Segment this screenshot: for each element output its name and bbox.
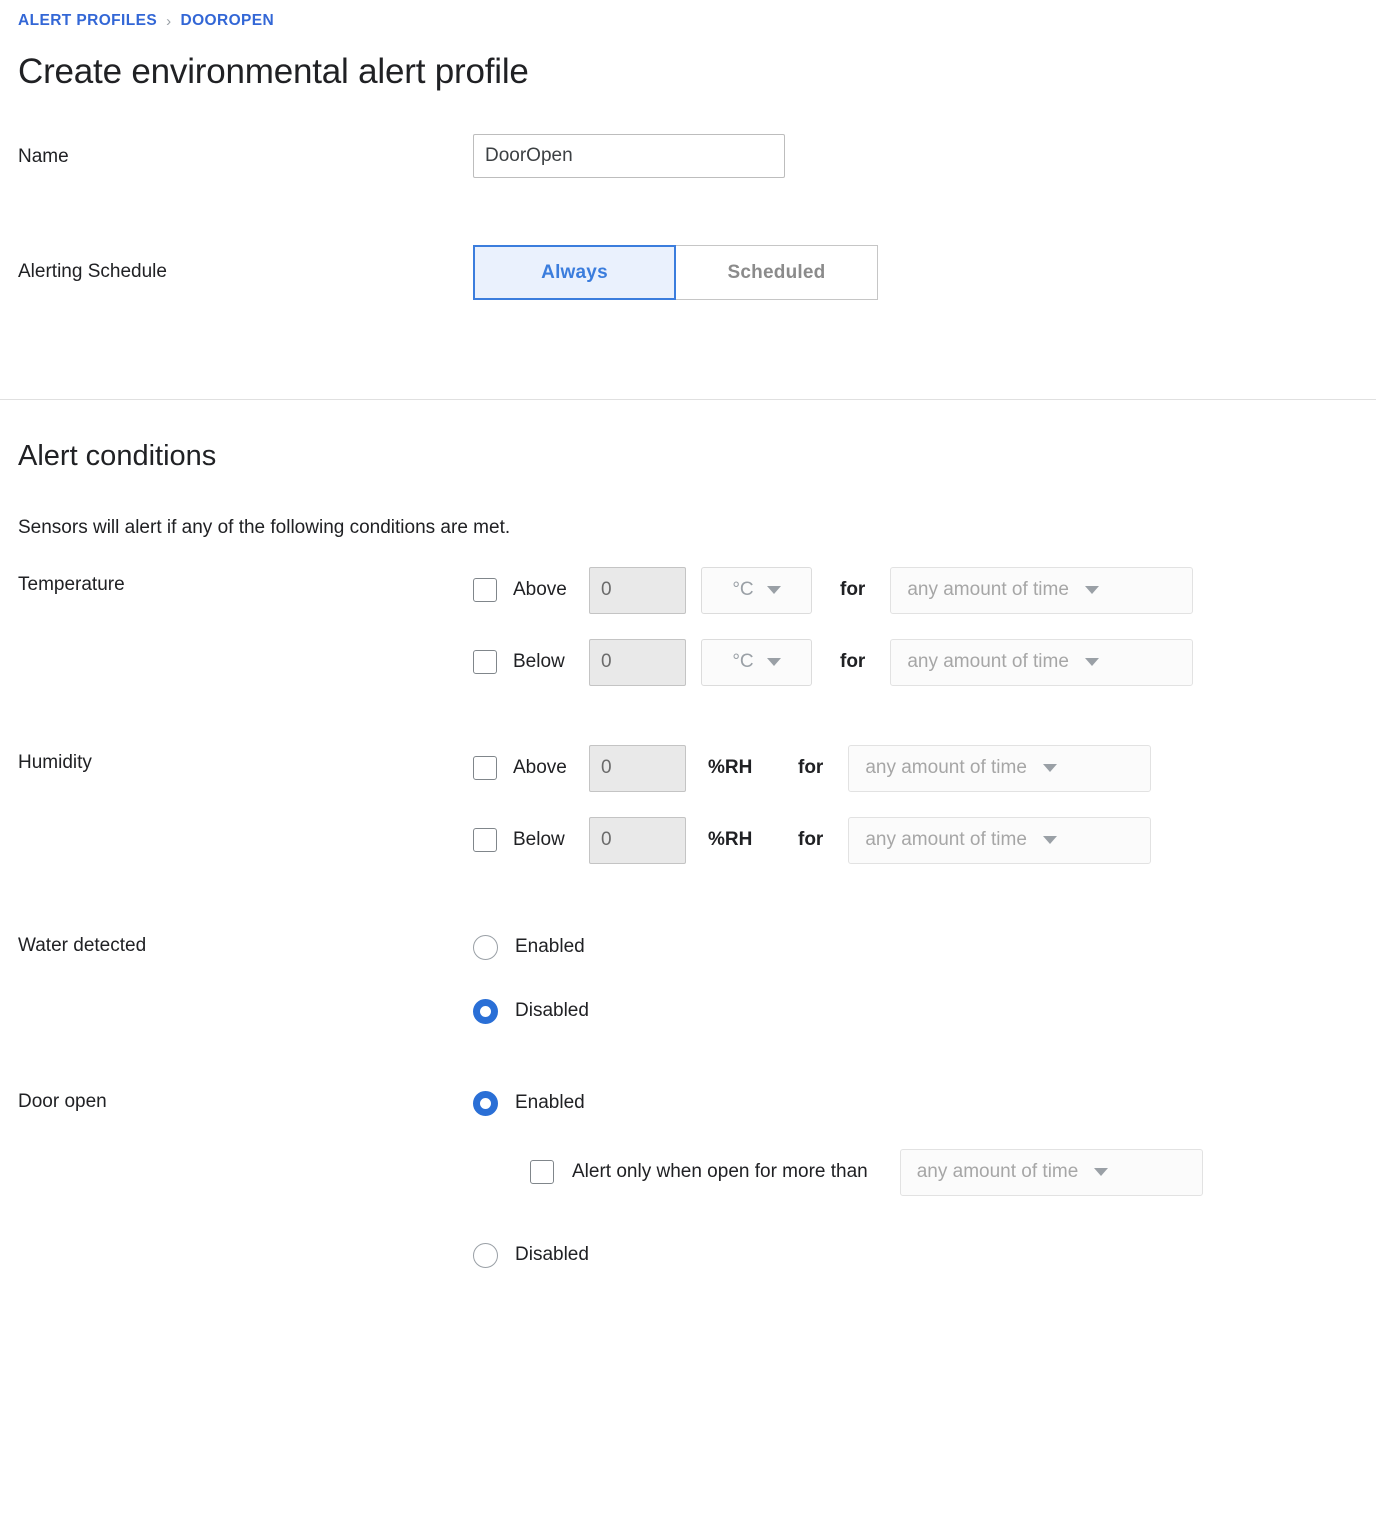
temperature-above-duration-select[interactable]: any amount of time: [890, 566, 1194, 614]
door-open-enabled-label: Enabled: [515, 1092, 585, 1113]
temperature-above-label: Above: [513, 579, 567, 600]
name-label: Name: [18, 146, 69, 167]
humidity-below-duration-value: any amount of time: [865, 829, 1027, 850]
schedule-option-scheduled[interactable]: Scheduled: [675, 245, 878, 300]
alert-conditions-subtitle: Sensors will alert if any of the followi…: [18, 517, 511, 538]
humidity-above-line: Above %RH for any amount of time: [473, 743, 1376, 793]
temperature-below-duration-value: any amount of time: [907, 651, 1069, 672]
humidity-above-unit-label: %RH: [708, 757, 753, 778]
temperature-above-checkbox[interactable]: [473, 578, 497, 602]
water-detected-enabled-label: Enabled: [515, 936, 585, 957]
humidity-below-label: Below: [513, 829, 565, 850]
humidity-above-duration-select[interactable]: any amount of time: [848, 744, 1152, 792]
door-open-duration-suboption: Alert only when open for more than any a…: [530, 1147, 1376, 1197]
water-detected-disabled-label: Disabled: [515, 1000, 589, 1021]
temperature-below-for-label: for: [840, 651, 866, 672]
temperature-below-value-input[interactable]: [589, 638, 686, 686]
breadcrumb: ALERT PROFILES › DOOROPEN: [18, 10, 1376, 32]
chevron-down-icon: [1042, 764, 1057, 772]
temperature-above-value-input[interactable]: [589, 566, 686, 614]
door-open-duration-checkbox-label: Alert only when open for more than: [572, 1161, 868, 1182]
chevron-right-icon: ›: [166, 12, 172, 30]
humidity-above-duration-value: any amount of time: [865, 757, 1027, 778]
alerting-schedule-row: Alerting Schedule Always Scheduled: [0, 245, 1376, 300]
chevron-down-icon: [1042, 836, 1057, 844]
door-open-duration-select[interactable]: any amount of time: [899, 1148, 1203, 1196]
humidity-above-label: Above: [513, 757, 567, 778]
temperature-label: Temperature: [18, 574, 125, 595]
chevron-down-icon: [1094, 1168, 1109, 1176]
temperature-below-checkbox[interactable]: [473, 650, 497, 674]
breadcrumb-item-alert-profiles[interactable]: ALERT PROFILES: [18, 12, 157, 30]
chevron-down-icon: [1084, 658, 1099, 666]
door-open-disabled-radio[interactable]: [473, 1242, 498, 1268]
humidity-row: Humidity Above %RH for any amount of tim…: [0, 743, 1376, 865]
temperature-row: Temperature Above °C for any amount of t…: [0, 565, 1376, 687]
door-open-duration-checkbox[interactable]: [530, 1160, 554, 1184]
door-open-duration-value: any amount of time: [916, 1161, 1079, 1182]
temperature-below-unit-value: °C: [732, 651, 754, 672]
water-detected-row: Water detected Enabled Disabled: [0, 931, 1376, 1027]
door-open-enabled-radio[interactable]: [473, 1090, 498, 1116]
humidity-below-for-label: for: [798, 829, 824, 850]
name-input[interactable]: [473, 134, 785, 178]
water-detected-enabled-option[interactable]: Enabled: [473, 931, 1376, 963]
schedule-option-always[interactable]: Always: [473, 245, 676, 300]
chevron-down-icon: [766, 658, 781, 666]
humidity-below-unit-label: %RH: [708, 829, 753, 850]
temperature-above-line: Above °C for any amount of time: [473, 565, 1376, 615]
name-row: Name: [0, 134, 1376, 178]
humidity-above-checkbox[interactable]: [473, 756, 497, 780]
temperature-above-for-label: for: [840, 579, 866, 600]
temperature-below-unit-select[interactable]: °C: [701, 638, 812, 686]
alert-conditions-title: Alert conditions: [18, 440, 217, 472]
page-title: Create environmental alert profile: [18, 52, 529, 91]
water-detected-enabled-radio[interactable]: [473, 934, 498, 960]
door-open-label: Door open: [18, 1091, 107, 1112]
humidity-below-duration-select[interactable]: any amount of time: [848, 816, 1152, 864]
temperature-above-unit-select[interactable]: °C: [701, 566, 812, 614]
door-open-row: Door open Enabled Alert only when open f…: [0, 1087, 1376, 1271]
alerting-schedule-toggle-group: Always Scheduled: [473, 245, 878, 300]
humidity-below-value-input[interactable]: [589, 816, 686, 864]
humidity-above-value-input[interactable]: [589, 744, 686, 792]
humidity-below-checkbox[interactable]: [473, 828, 497, 852]
door-open-disabled-label: Disabled: [515, 1244, 589, 1265]
door-open-disabled-option[interactable]: Disabled: [473, 1239, 1376, 1271]
profile-settings-section: Name Alerting Schedule Always Scheduled: [0, 92, 1376, 300]
water-detected-disabled-option[interactable]: Disabled: [473, 995, 1376, 1027]
humidity-below-line: Below %RH for any amount of time: [473, 815, 1376, 865]
alerting-schedule-label: Alerting Schedule: [18, 261, 167, 282]
breadcrumb-item-current[interactable]: DOOROPEN: [180, 12, 274, 30]
chevron-down-icon: [1084, 586, 1099, 594]
temperature-above-unit-value: °C: [732, 579, 754, 600]
temperature-below-line: Below °C for any amount of time: [473, 637, 1376, 687]
humidity-above-for-label: for: [798, 757, 824, 778]
temperature-above-duration-value: any amount of time: [907, 579, 1069, 600]
temperature-below-duration-select[interactable]: any amount of time: [890, 638, 1194, 686]
page-header: ALERT PROFILES › DOOROPEN Create environ…: [0, 0, 1376, 92]
door-open-enabled-option[interactable]: Enabled: [473, 1087, 1376, 1119]
water-detected-label: Water detected: [18, 935, 147, 956]
temperature-below-label: Below: [513, 651, 565, 672]
water-detected-disabled-radio[interactable]: [473, 998, 498, 1024]
chevron-down-icon: [766, 586, 781, 594]
alert-conditions-header: Alert conditions Sensors will alert if a…: [0, 400, 1376, 539]
humidity-label: Humidity: [18, 752, 92, 773]
